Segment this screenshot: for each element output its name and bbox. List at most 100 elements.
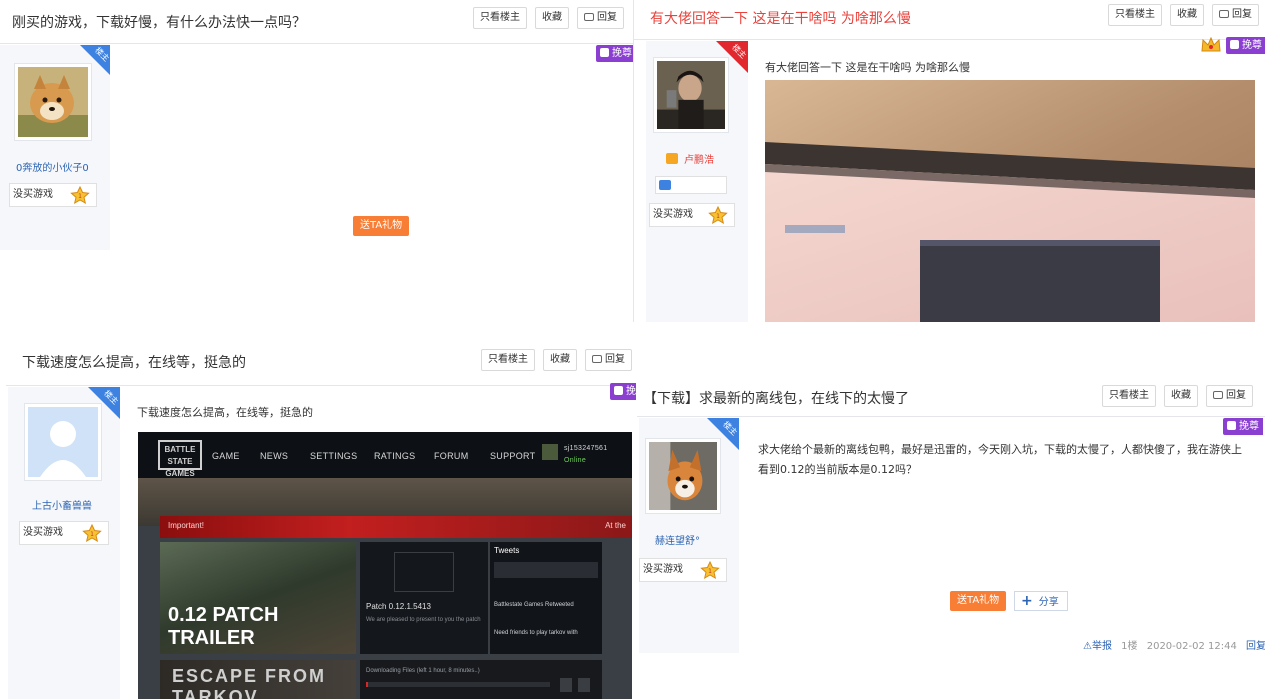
no-game-badge: 没买游戏 1 [649, 203, 735, 227]
collect-button[interactable]: 收藏 [535, 7, 569, 29]
post-meta: ⚠举报 1楼 2020-02-02 12:44 回复 [1083, 637, 1265, 652]
game-launcher-screenshot[interactable]: BATTLE STATE GAMES GAME NEWS SETTINGS RA… [138, 432, 632, 699]
nav-game: GAME [212, 451, 240, 461]
launcher-user-avatar [542, 444, 558, 460]
nav-news: NEWS [260, 451, 289, 461]
launcher-logo: BATTLE STATE GAMES [158, 440, 202, 478]
patch-title: Patch 0.12.1.5413 [366, 602, 431, 611]
post-photo[interactable] [765, 80, 1255, 322]
report-link[interactable]: ⚠举报 [1083, 641, 1112, 652]
header-actions: 只看楼主 收藏 回复 [1102, 385, 1253, 407]
share-plus-icon: + [1021, 593, 1033, 609]
thread-header: 刚买的游戏，下载好慢，有什么办法快一点吗？ 只看楼主 收藏 回复 [0, 0, 633, 44]
thread-title: 【下载】求最新的离线包，在线下的太慢了 [643, 391, 909, 407]
author-sidebar: 楼主 卢鹏浩 没买游戏 1 [646, 41, 748, 322]
gift-button[interactable]: 送TA礼物 [353, 216, 410, 236]
nav-support: SUPPORT [490, 451, 536, 461]
collect-button[interactable]: 收藏 [1170, 4, 1204, 26]
stop-button [578, 678, 590, 692]
patch-trailer-video: 0.12 PATCH TRAILER [160, 542, 356, 654]
divider [633, 0, 634, 322]
thread-header: 下载速度怎么提高，在线等，挺急的 只看楼主 收藏 回复 [6, 338, 636, 386]
patch-card: Patch 0.12.1.5413 We are pleased to pres… [360, 542, 488, 654]
change-tag[interactable]: 挽尊 [1223, 418, 1263, 435]
tweet-author: Battlestate Games Retweeted [494, 602, 574, 608]
author-username[interactable]: 卢鹏浩 [666, 151, 714, 166]
crown-icon [1201, 36, 1221, 52]
author-sidebar: 楼主 0奔放的小伙子0 没买游戏 1 [0, 45, 111, 250]
level-badge [655, 176, 727, 194]
launcher-status: Online [564, 457, 587, 464]
share-button[interactable]: + 分享 [1014, 591, 1068, 611]
tweets-title: Tweets [494, 546, 520, 555]
only-op-button[interactable]: 只看楼主 [473, 7, 527, 29]
avatar[interactable] [24, 403, 102, 481]
thread-panel-4: 【下载】求最新的离线包，在线下的太慢了 只看楼主 收藏 回复 楼主 赫连望舒° … [637, 377, 1265, 699]
collect-button[interactable]: 收藏 [543, 349, 577, 371]
header-actions: 只看楼主 收藏 回复 [481, 349, 632, 371]
author-sidebar: 楼主 赫连望舒° 没买游戏 1 [639, 418, 739, 653]
svg-text:1: 1 [90, 531, 94, 538]
author-username[interactable]: 0奔放的小伙子0 [16, 159, 89, 174]
change-tag[interactable]: 挽尊 [1226, 37, 1265, 54]
post-body: 求大佬给个最新的离线包鸭，最好是迅雷的，今天刚入坑，下载的太慢了，人都快傻了，我… [758, 443, 1242, 476]
only-op-button[interactable]: 只看楼主 [1102, 385, 1156, 407]
download-status: Downloading Files (left 1 hour, 8 minute… [366, 668, 480, 674]
svg-text:1: 1 [708, 568, 712, 575]
comment-icon [592, 355, 602, 363]
only-op-button[interactable]: 只看楼主 [481, 349, 535, 371]
header-actions: 只看楼主 收藏 回复 [473, 7, 624, 29]
avatar-image [657, 61, 725, 129]
update-icon [394, 552, 454, 592]
header-actions: 只看楼主 收藏 回复 [1108, 4, 1259, 26]
launcher-nav: BATTLE STATE GAMES GAME NEWS SETTINGS RA… [138, 432, 632, 478]
tarkov-logo-strip: ESCAPE FROM TARKOV [160, 660, 356, 699]
tweets-panel: Tweets Battlestate Games Retweeted Need … [490, 542, 602, 654]
thread-title: 有大佬回答一下 这是在干啥吗 为啥那么慢 [650, 11, 911, 27]
download-bar: Downloading Files (left 1 hour, 8 minute… [360, 660, 602, 699]
svg-text:1: 1 [716, 213, 720, 220]
post-timestamp: 2020-02-02 12:44 [1146, 641, 1237, 652]
change-tag[interactable]: 挽尊 [610, 383, 636, 400]
star-level-icon: 1 [708, 206, 728, 224]
star-level-icon: 1 [700, 561, 720, 579]
change-tag[interactable]: 挽尊 [596, 45, 633, 62]
avatar[interactable] [645, 438, 721, 514]
launcher-user: sj153247561 [564, 445, 608, 452]
post-body: 下载速度怎么提高，在线等，挺急的 [137, 406, 313, 419]
avatar-image [18, 67, 88, 137]
thread-header: 【下载】求最新的离线包，在线下的太慢了 只看楼主 收藏 回复 [637, 377, 1265, 417]
warning-icon: ⚠ [1083, 641, 1092, 652]
avatar[interactable] [653, 57, 729, 133]
author-username[interactable]: 上古小畜兽兽 [32, 497, 92, 512]
star-level-icon: 1 [82, 524, 102, 542]
download-progress [366, 682, 550, 687]
nav-ratings: RATINGS [374, 451, 416, 461]
avatar[interactable] [14, 63, 92, 141]
collect-button[interactable]: 收藏 [1164, 385, 1198, 407]
monitor-photo [765, 80, 1255, 322]
gift-button[interactable]: 送TA礼物 [950, 591, 1007, 611]
star-level-icon: 1 [70, 186, 90, 204]
tweet-text: Need friends to play tarkov with [494, 630, 578, 636]
thread-title: 下载速度怎么提高，在线等，挺急的 [22, 355, 246, 371]
reply-button[interactable]: 回复 [1206, 385, 1253, 407]
vip-icon [666, 153, 678, 164]
comment-icon [1219, 10, 1229, 18]
reply-button[interactable]: 回复 [585, 349, 632, 371]
author-sidebar: 楼主 上古小畜兽兽 没买游戏 1 [8, 387, 120, 699]
only-op-button[interactable]: 只看楼主 [1108, 4, 1162, 26]
no-game-badge: 没买游戏 1 [639, 558, 727, 582]
floor-number: 1楼 [1121, 641, 1138, 652]
thread-title: 刚买的游戏，下载好慢，有什么办法快一点吗？ [12, 15, 306, 31]
nav-forum: FORUM [434, 451, 469, 461]
svg-text:1: 1 [78, 193, 82, 200]
reply-link[interactable]: 回复 [1246, 641, 1265, 652]
comment-icon [584, 13, 594, 21]
patch-desc: We are pleased to present to you the pat… [366, 617, 481, 623]
reply-button[interactable]: 回复 [1212, 4, 1259, 26]
post-body: 有大佬回答一下 这是在干啥吗 为啥那么慢 [765, 61, 970, 74]
avatar-image [649, 442, 717, 510]
author-username[interactable]: 赫连望舒° [655, 532, 700, 547]
reply-button[interactable]: 回复 [577, 7, 624, 29]
